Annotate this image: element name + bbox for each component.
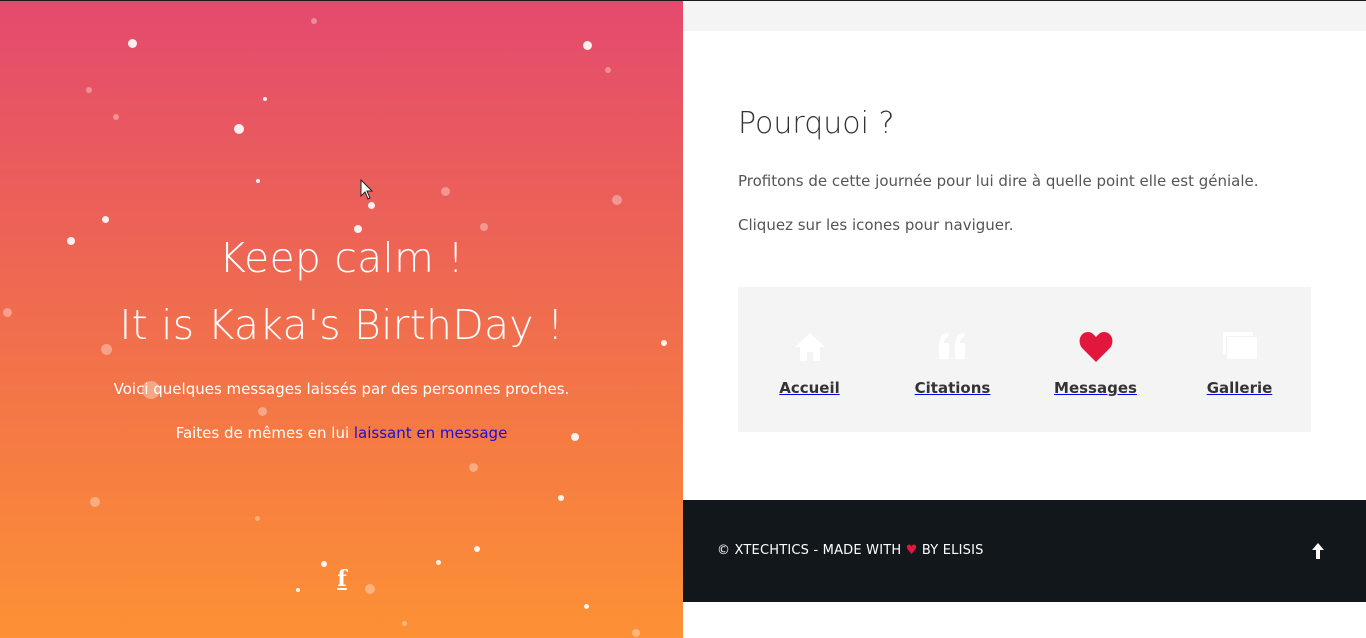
heart-icon: [1079, 332, 1112, 362]
particle: [263, 97, 267, 101]
particle: [102, 216, 109, 223]
about-section: Pourquoi ? Profitons de cette journée po…: [683, 31, 1366, 500]
particle: [321, 561, 327, 567]
particle: [436, 560, 441, 565]
particle: [296, 588, 300, 592]
leave-message-link[interactable]: laissant en message: [354, 424, 507, 442]
particle: [368, 202, 375, 209]
hero-cta-prefix: Faites de mêmes en lui: [175, 424, 354, 442]
home-icon: [794, 333, 825, 361]
arrow-up-icon: [1312, 543, 1324, 559]
footer: © XTECHTICS - MADE WITH ♥ BY ELISIS: [683, 500, 1366, 602]
hero-intro-text: Voici quelques messages laissés par des …: [113, 380, 570, 398]
particle: [480, 223, 488, 231]
nav-item-label: Citations: [914, 379, 991, 397]
particle: [234, 124, 244, 134]
footer-credits: © XTECHTICS - MADE WITH ♥ BY ELISIS: [717, 543, 984, 558]
particle: [86, 87, 92, 93]
particle: [583, 41, 592, 50]
particle: [474, 546, 480, 552]
nav-item-citations[interactable]: Citations: [881, 329, 1024, 397]
particle: [255, 516, 260, 521]
particle: [558, 495, 564, 501]
nav-item-label: Messages: [1054, 379, 1137, 397]
right-top-bar: [683, 1, 1366, 31]
page-bottom: [683, 602, 1366, 638]
particle: [402, 621, 407, 626]
section-text-2: Cliquez sur les icones pour naviguer.: [738, 216, 1014, 234]
particle: [584, 604, 589, 609]
hero-title-line1: Keep calm !: [218, 234, 465, 282]
nav-item-messages[interactable]: Messages: [1024, 329, 1167, 397]
particle: [256, 179, 260, 183]
particle: [632, 629, 640, 637]
nav-item-gallerie[interactable]: Gallerie: [1168, 329, 1311, 397]
facebook-icon[interactable]: f: [334, 567, 350, 591]
particle: [441, 187, 450, 196]
particle: [311, 18, 317, 24]
hero-section: Keep calm ! It is Kaka's BirthDay ! Voic…: [0, 1, 683, 638]
quote-icon: [938, 333, 965, 359]
particle: [469, 463, 478, 472]
nav-item-label: Accueil: [779, 379, 840, 397]
heart-icon: ♥: [905, 543, 918, 558]
mouse-cursor-icon: [360, 179, 374, 200]
nav-item-label: Gallerie: [1206, 379, 1273, 397]
section-text-1: Profitons de cette journée pour lui dire…: [738, 172, 1259, 190]
nav-item-accueil[interactable]: Accueil: [738, 329, 881, 397]
particle: [128, 39, 137, 48]
section-title: Pourquoi ?: [738, 106, 895, 141]
particle: [612, 195, 622, 205]
scroll-top-arrow-icon[interactable]: [1310, 542, 1326, 560]
particle: [354, 225, 362, 233]
footer-prefix: © XTECHTICS - MADE WITH: [717, 543, 906, 558]
particle: [605, 67, 611, 73]
particle: [365, 584, 375, 594]
hero-cta-text: Faites de mêmes en lui laissant en messa…: [0, 424, 683, 442]
particle: [258, 407, 267, 416]
icon-nav: Accueil Citations Messages Gallerie: [738, 287, 1311, 432]
footer-suffix: BY ELISIS: [917, 543, 984, 558]
particle: [113, 114, 119, 120]
particle: [90, 497, 100, 507]
gallery-icon: [1222, 332, 1257, 359]
hero-title-line2: It is Kaka's BirthDay !: [119, 301, 564, 349]
